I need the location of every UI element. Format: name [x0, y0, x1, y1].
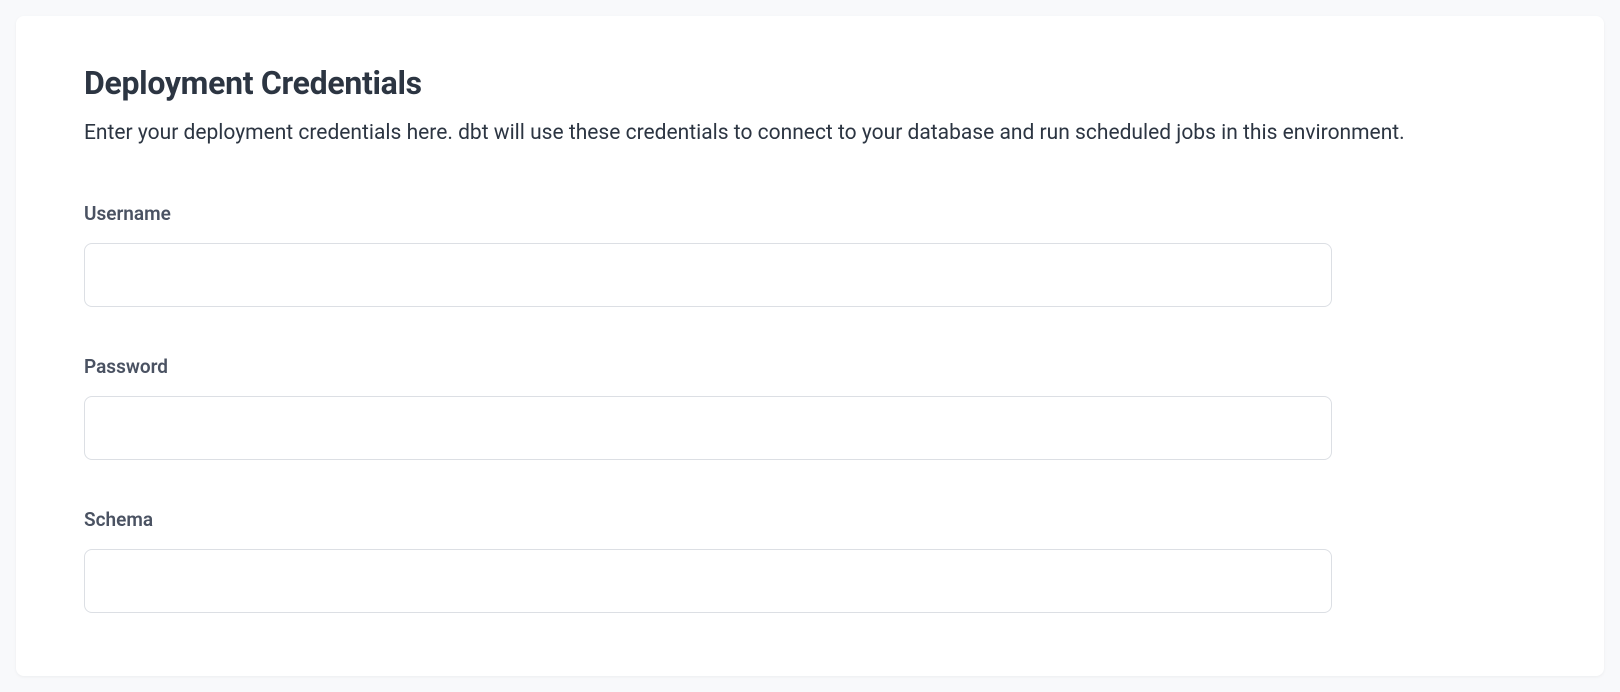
form-group-schema: Schema — [84, 508, 1536, 613]
password-input[interactable] — [84, 396, 1332, 460]
credentials-card: Deployment Credentials Enter your deploy… — [16, 16, 1604, 676]
schema-input[interactable] — [84, 549, 1332, 613]
section-title: Deployment Credentials — [84, 64, 1536, 102]
section-description: Enter your deployment credentials here. … — [84, 118, 1536, 150]
username-input[interactable] — [84, 243, 1332, 307]
form-group-username: Username — [84, 202, 1536, 307]
password-label: Password — [84, 355, 1536, 378]
form-group-password: Password — [84, 355, 1536, 460]
username-label: Username — [84, 202, 1536, 225]
schema-label: Schema — [84, 508, 1536, 531]
